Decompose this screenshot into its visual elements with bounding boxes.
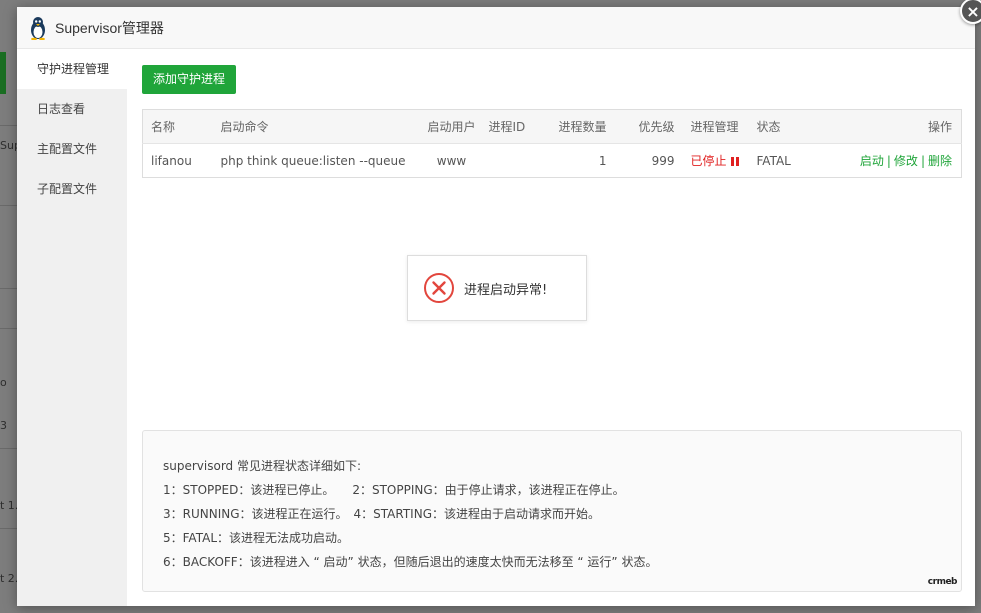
background-divider <box>0 288 18 289</box>
process-state: FATAL <box>756 153 791 168</box>
help-item: 5：FATAL：该进程无法成功启动。 <box>163 531 350 545</box>
help-line: 1：STOPPED：该进程已停止。 2：STOPPING：由于停止请求，该进程正在… <box>163 478 961 502</box>
start-link[interactable]: 启动 <box>860 154 884 168</box>
column-header-manage: 进程管理 <box>690 120 739 134</box>
pause-icon <box>730 157 739 166</box>
column-header-name: 名称 <box>151 120 176 134</box>
error-circle-icon <box>424 273 454 303</box>
sidebar-item-daemon-management[interactable]: 守护进程管理 <box>17 49 127 89</box>
background-text: 3 <box>0 419 7 432</box>
help-item: 1：STOPPED：该进程已停止。 <box>163 483 335 497</box>
column-header-pid: 进程ID <box>488 120 526 134</box>
sidebar: 守护进程管理 日志查看 主配置文件 子配置文件 <box>17 49 127 606</box>
sidebar-item-log-view[interactable]: 日志查看 <box>17 89 127 129</box>
ops-separator: | <box>886 154 891 168</box>
stopped-label: 已停止 <box>690 154 727 168</box>
column-header-user: 启动用户 <box>427 120 476 134</box>
column-header-ops: 操作 <box>927 120 952 134</box>
background-text: t 1. <box>0 499 19 512</box>
brand-logo: crmeb <box>927 577 958 587</box>
main-panel: 添加守护进程 名称 启动命令 启动用户 进程ID 进程数量 优先级 进程管理 状… <box>127 49 975 606</box>
process-priority: 999 <box>651 153 675 168</box>
column-header-state: 状态 <box>756 120 781 134</box>
background-text: o <box>0 376 7 389</box>
column-header-command: 启动命令 <box>220 120 269 134</box>
toast-message: 进程启动异常! <box>464 282 548 298</box>
help-line: 3：RUNNING：该进程正在运行。 4：STARTING：该进程由于启动请求而开… <box>163 502 961 526</box>
background-divider <box>0 528 18 529</box>
help-intro: supervisord 常见进程状态详细如下: <box>163 459 362 473</box>
help-item: 4：STARTING：该进程由于启动请求而开始。 <box>353 507 601 521</box>
column-header-count: 进程数量 <box>558 120 607 134</box>
help-item: 6：BACKOFF：该进程进入 “ 启动” 状态，但随后退出的速度太快而无法移至… <box>163 555 658 569</box>
dialog-header: Supervisor管理器 <box>17 7 975 49</box>
process-manage-toggle[interactable]: 已停止 <box>675 144 753 178</box>
penguin-logo-icon <box>27 15 49 41</box>
add-daemon-button[interactable]: 添加守护进程 <box>142 65 237 94</box>
process-table: 名称 启动命令 启动用户 进程ID 进程数量 优先级 进程管理 状态 操作 li… <box>142 109 962 178</box>
table-row: lifanou php think queue:listen --queue w… <box>143 144 962 178</box>
background-divider <box>0 328 18 329</box>
help-item: 2：STOPPING：由于停止请求，该进程正在停止。 <box>352 483 625 497</box>
help-item: 3：RUNNING：该进程正在运行。 <box>163 507 348 521</box>
background-divider <box>0 125 18 126</box>
edit-link[interactable]: 修改 <box>894 154 918 168</box>
supervisor-dialog: Supervisor管理器 守护进程管理 日志查看 主配置文件 子配置文件 添加… <box>17 7 975 606</box>
sidebar-item-sub-config[interactable]: 子配置文件 <box>17 169 127 209</box>
delete-link[interactable]: 删除 <box>928 154 952 168</box>
background-green-strip <box>0 52 6 94</box>
dialog-title: Supervisor管理器 <box>55 19 164 36</box>
background-divider <box>0 448 18 449</box>
background-divider <box>0 205 18 206</box>
ops-separator: | <box>920 154 925 168</box>
background-text: t 2. <box>0 572 19 585</box>
process-command: php think queue:listen --queue <box>220 153 406 168</box>
process-pid <box>489 144 543 178</box>
process-ops: 启动 | 修改 | 删除 <box>823 144 962 178</box>
process-count: 1 <box>598 153 607 168</box>
error-toast: 进程启动异常! <box>407 255 587 321</box>
sidebar-item-main-config[interactable]: 主配置文件 <box>17 129 127 169</box>
column-header-priority: 优先级 <box>638 120 675 134</box>
process-name: lifanou <box>151 153 192 168</box>
process-user: www <box>436 153 467 168</box>
status-help-box: supervisord 常见进程状态详细如下: 1：STOPPED：该进程已停止… <box>142 430 962 592</box>
close-icon[interactable]: × <box>960 0 981 24</box>
table-header-row: 名称 启动命令 启动用户 进程ID 进程数量 优先级 进程管理 状态 操作 <box>142 109 962 144</box>
